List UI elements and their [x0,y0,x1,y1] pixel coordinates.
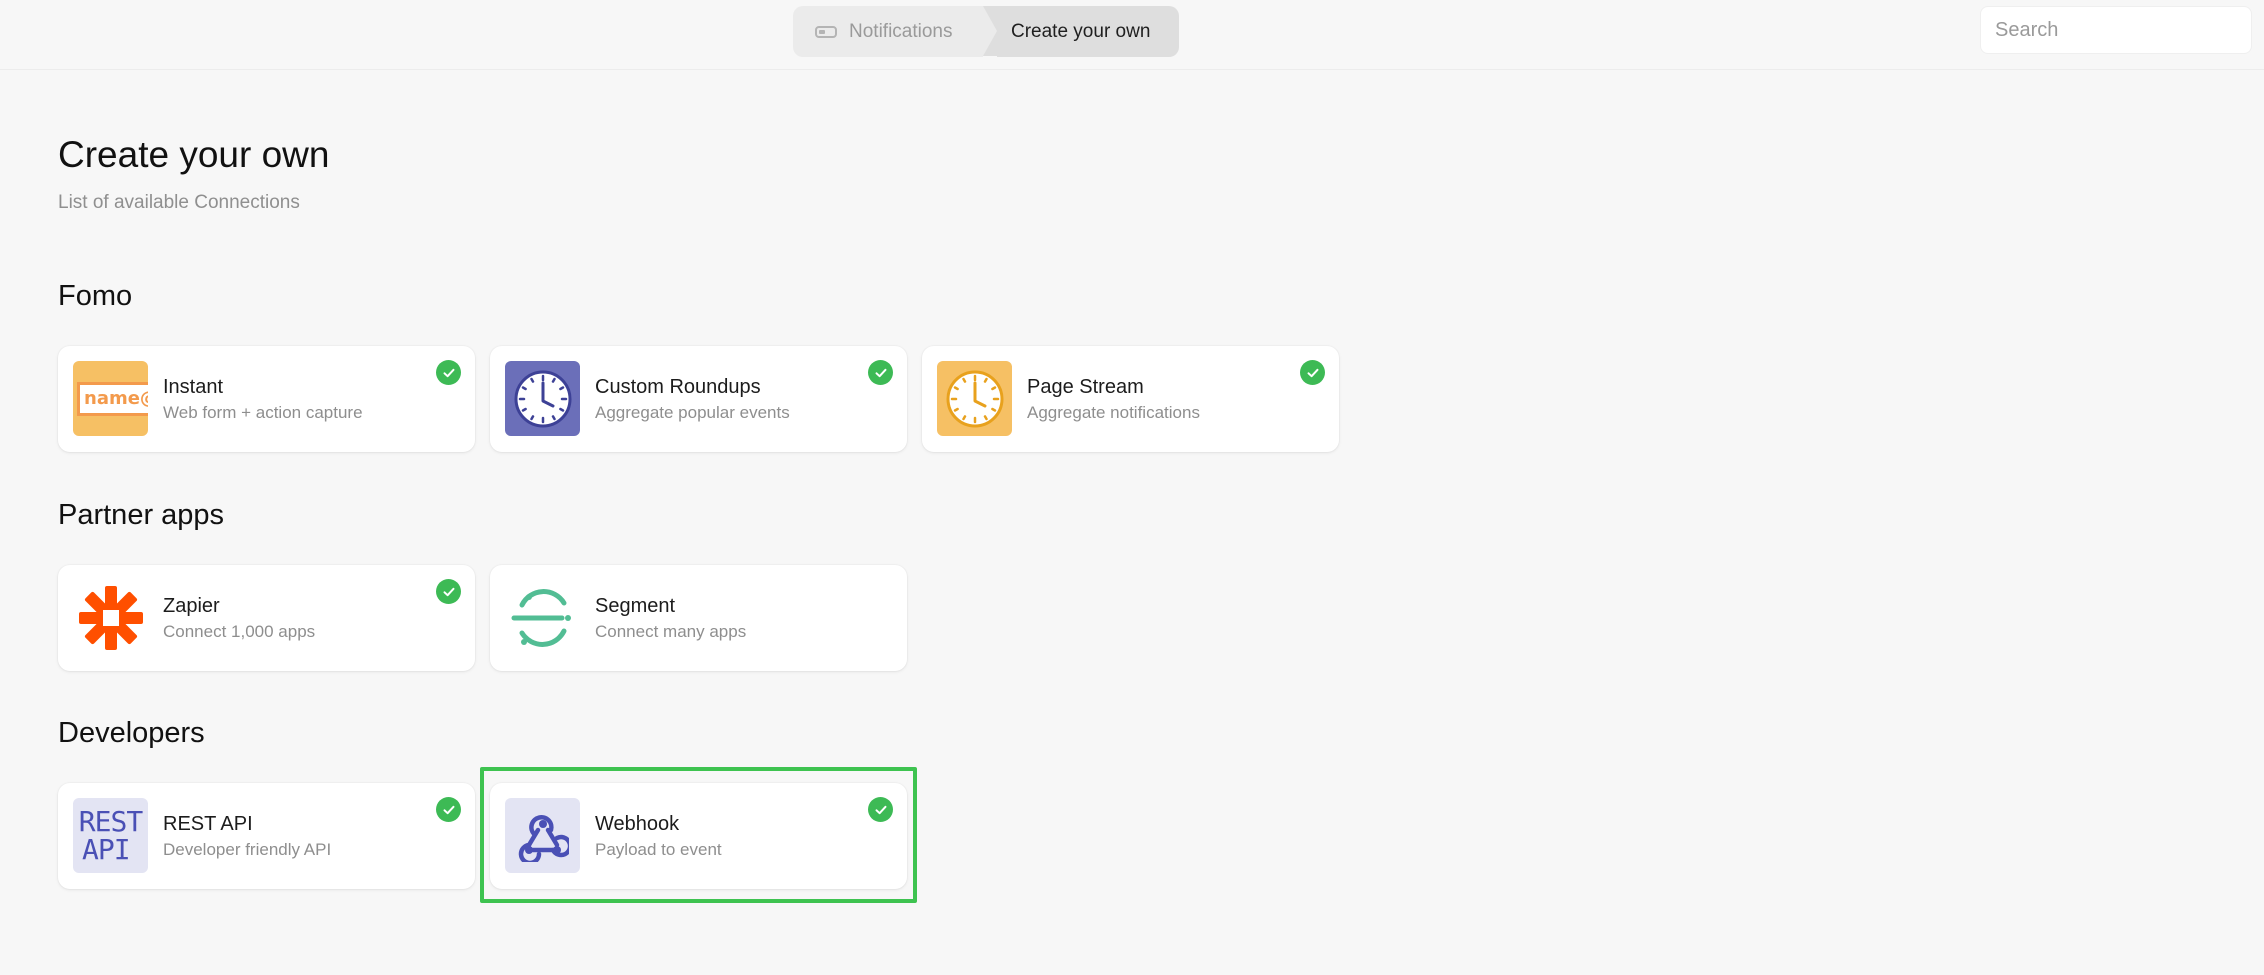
section-title-partner-apps: Partner apps [58,499,225,531]
connection-card-zapier[interactable]: Zapier Connect 1,000 apps [58,565,475,671]
connection-card-webhook[interactable]: Webhook Payload to event [490,783,907,889]
section-title-developers: Developers [58,717,205,749]
connection-card-custom-roundups[interactable]: Custom Roundups Aggregate popular events [490,346,907,452]
check-circle-icon [868,360,893,385]
top-bar: Notifications Create your own [0,0,2264,70]
breadcrumb-create-your-own[interactable]: Create your own [997,6,1179,57]
breadcrumb-notifications-label: Notifications [849,20,953,42]
page-subtitle: List of available Connections [58,192,300,213]
breadcrumb-chevron [983,6,997,56]
card-name: Custom Roundups [595,376,761,398]
card-description: Developer friendly API [163,840,332,859]
card-description: Connect many apps [595,622,747,641]
rest-api-logo: REST API [73,798,148,873]
card-name: Page Stream [1027,376,1144,398]
search-input[interactable] [1980,6,2252,54]
instant-logo: name@ [73,361,148,436]
section-title-fomo: Fomo [58,280,133,312]
clock-icon [937,361,1012,436]
card-name: Instant [163,376,224,398]
toggle-icon [815,25,837,38]
connection-card-instant[interactable]: name@ Instant Web form + action capture [58,346,475,452]
card-name: Zapier [163,595,220,617]
check-circle-icon [1300,360,1325,385]
check-circle-icon [868,797,893,822]
card-name: Webhook [595,813,680,835]
zapier-asterisk-icon [73,580,148,655]
instant-logo-text: name@ [84,388,148,409]
card-description: Payload to event [595,840,722,859]
page-title: Create your own [58,134,330,175]
breadcrumb: Notifications Create your own [793,6,1179,57]
connection-card-segment[interactable]: Segment Connect many apps [490,565,907,671]
breadcrumb-notifications[interactable]: Notifications [793,6,983,57]
check-circle-icon [436,797,461,822]
connection-card-rest-api[interactable]: REST API REST API Developer friendly API [58,783,475,889]
clock-icon [505,361,580,436]
rest-api-logo-line1: REST [78,804,143,838]
card-description: Aggregate popular events [595,403,790,422]
card-description: Connect 1,000 apps [163,622,316,641]
check-circle-icon [436,360,461,385]
card-name: REST API [163,813,253,835]
breadcrumb-create-label: Create your own [1011,20,1151,42]
connection-card-page-stream[interactable]: Page Stream Aggregate notifications [922,346,1339,452]
card-description: Web form + action capture [163,403,363,422]
card-description: Aggregate notifications [1027,403,1200,422]
check-circle-icon [436,579,461,604]
rest-api-logo-line2: API [82,832,131,866]
segment-logo-icon [505,580,580,655]
webhook-icon [505,798,580,873]
card-name: Segment [595,595,676,617]
